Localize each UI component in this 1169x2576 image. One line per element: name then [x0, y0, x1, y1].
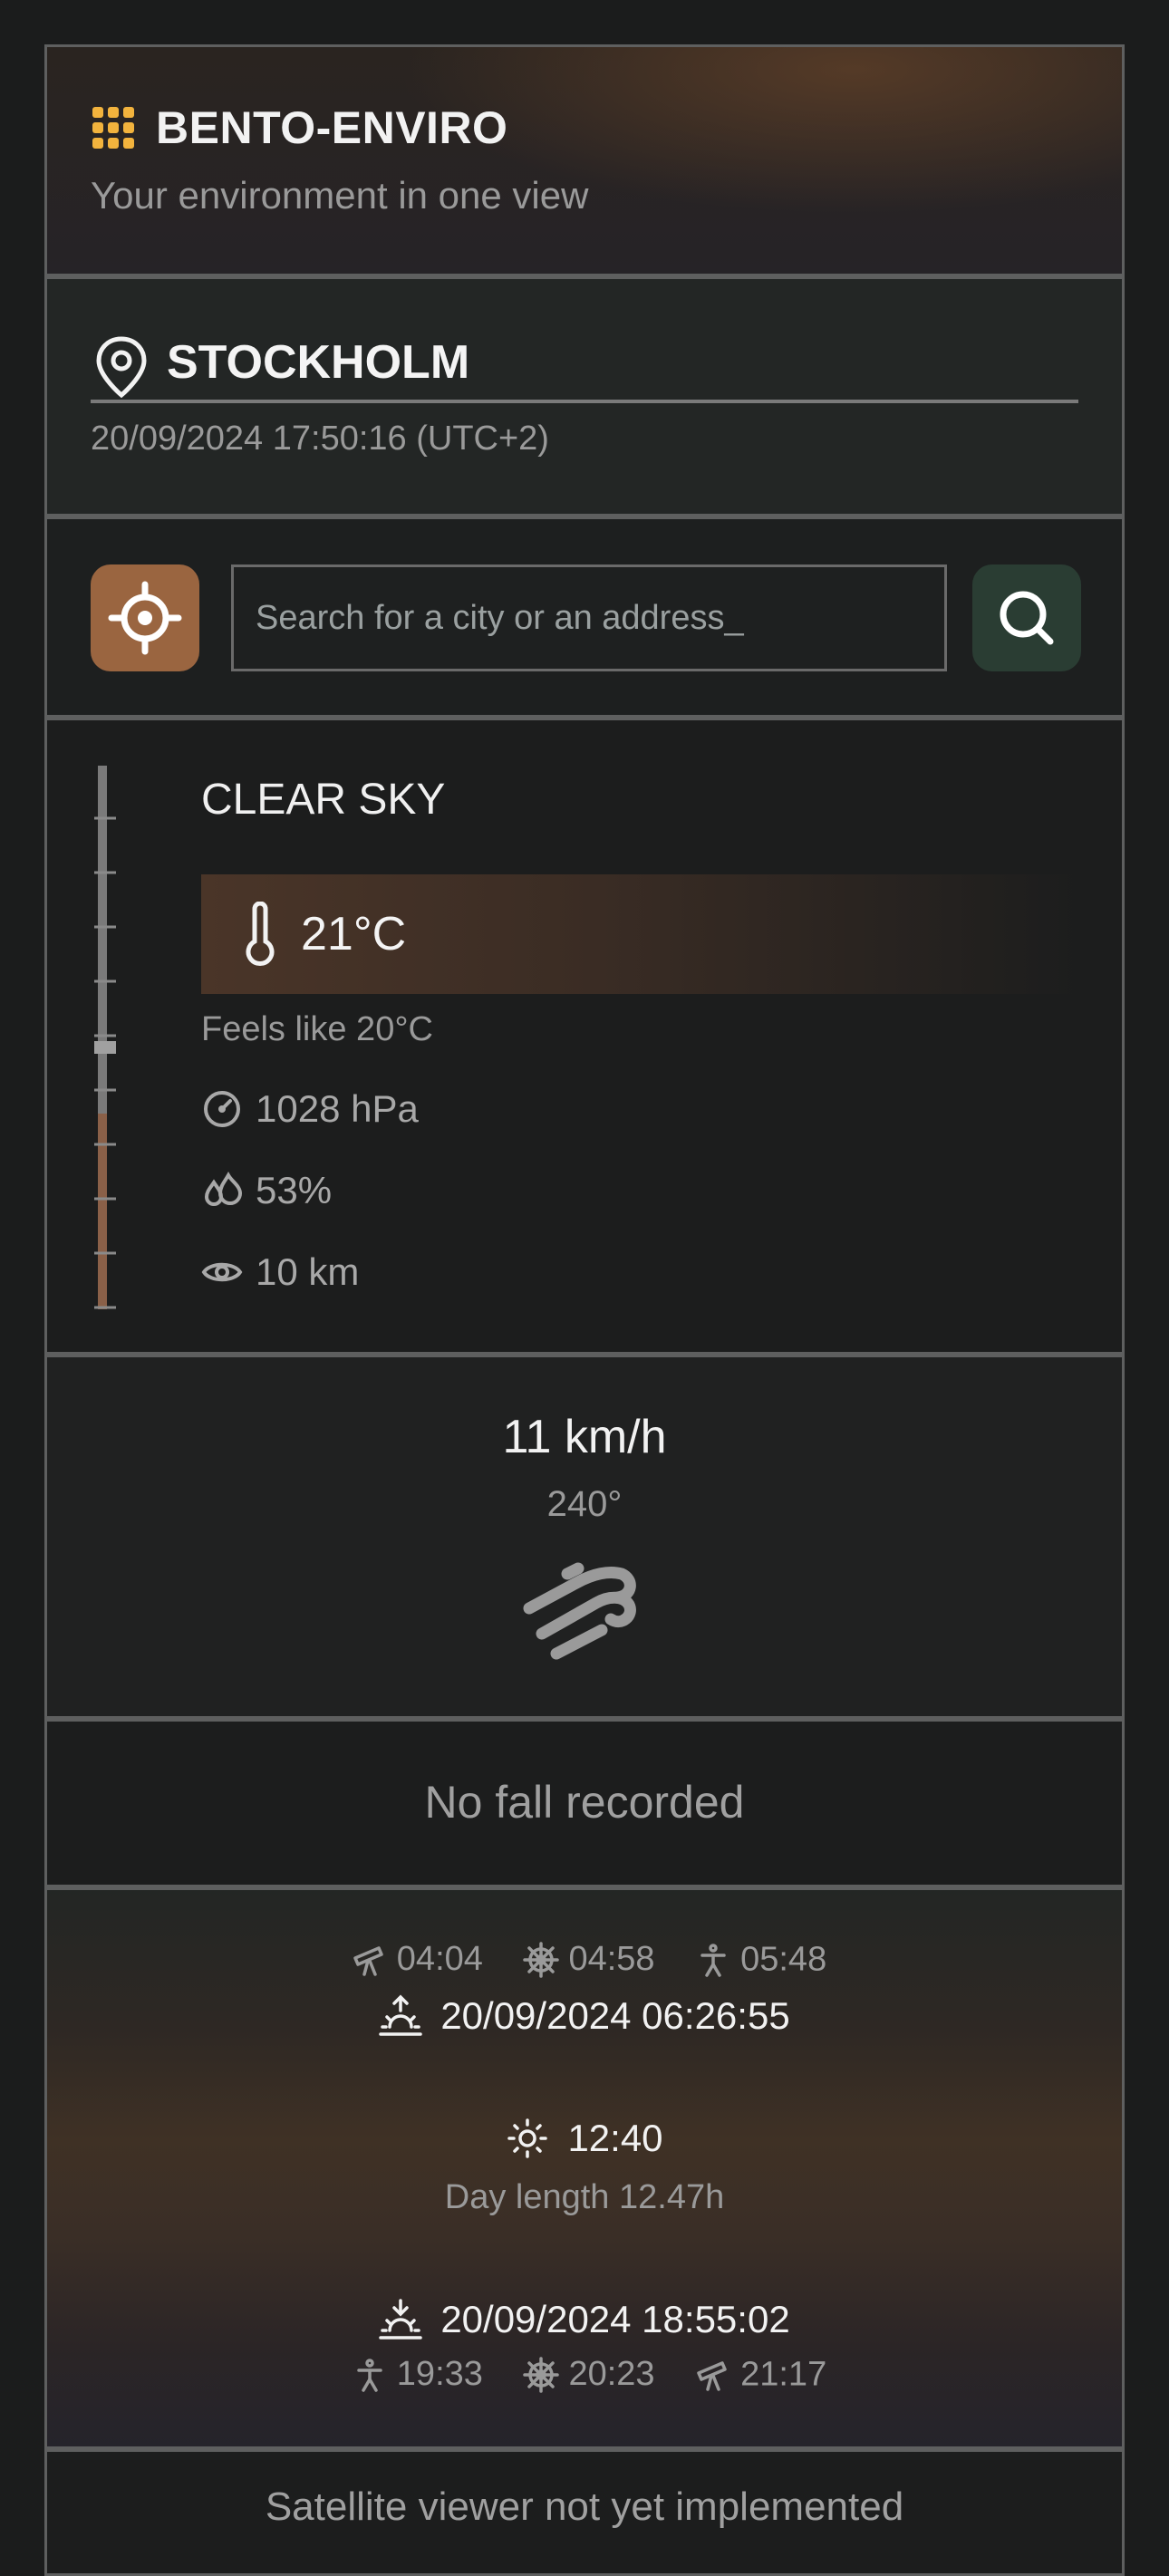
precipitation-panel: No fall recorded — [44, 1719, 1125, 1887]
gauge-icon — [204, 1090, 240, 1127]
app-logo-icon — [92, 107, 134, 149]
location-pin-icon — [96, 336, 147, 399]
sunrise-row: 20/09/2024 06:26:55 — [47, 1992, 1122, 2038]
sunrise-icon — [379, 1994, 423, 2036]
solar-noon-time: 12:40 — [567, 2116, 663, 2159]
eye-icon — [201, 1262, 243, 1282]
search-button[interactable] — [972, 564, 1081, 671]
person-icon — [700, 1944, 726, 1977]
telescope-icon — [697, 2361, 727, 2391]
weather-panel: CLEAR SKY 21°C Feels like 20°C 1028 hPa … — [44, 718, 1125, 1355]
temperature-bar: 21°C — [201, 874, 1080, 994]
crosshair-icon — [108, 581, 182, 655]
ship-wheel-icon — [523, 1942, 560, 1978]
wind-direction: 240° — [546, 1484, 623, 1524]
local-datetime: 20/09/2024 17:50:16 (UTC+2) — [91, 420, 549, 458]
location-panel: STOCKHOLM 20/09/2024 17:50:16 (UTC+2) — [44, 276, 1125, 516]
scale-lower — [98, 1114, 107, 1309]
nautical-dusk: 20:23 — [568, 2355, 655, 2394]
sun-panel: 04:04 04:58 05:48 20/09/2024 06:26:55 12… — [44, 1887, 1125, 2449]
civil-dusk: 19:33 — [396, 2355, 483, 2394]
visibility-row: 10 km — [201, 1248, 359, 1294]
pressure-row: 1028 hPa — [201, 1085, 419, 1131]
astronomical-dawn: 04:04 — [396, 1940, 483, 1979]
precipitation-status: No fall recorded — [424, 1777, 745, 1828]
civil-dawn: 05:48 — [740, 1940, 827, 1979]
app-name: BENTO-ENVIRO — [156, 102, 508, 153]
person-icon — [357, 2359, 382, 2392]
search-input[interactable] — [231, 564, 947, 671]
nautical-dawn: 04:58 — [568, 1940, 655, 1979]
wind-panel: 11 km/h 240° — [44, 1355, 1125, 1719]
sunset-row: 20/09/2024 18:55:02 — [47, 2295, 1122, 2341]
app-header: BENTO-ENVIRO Your environment in one vie… — [44, 44, 1125, 276]
satellite-panel: Satellite viewer not yet implemented — [44, 2449, 1125, 2576]
solar-noon-row: 12:40 — [47, 2114, 1122, 2160]
search-icon — [1000, 591, 1054, 645]
temperature-value: 21°C — [301, 908, 407, 960]
thermometer-icon — [246, 902, 275, 967]
temperature-scale — [94, 766, 116, 1309]
day-length: Day length 12.47h — [444, 2178, 725, 2216]
city-name[interactable]: STOCKHOLM — [167, 335, 469, 390]
ship-wheel-icon — [523, 2357, 560, 2393]
city-underline — [91, 400, 1078, 403]
satellite-status: Satellite viewer not yet implemented — [265, 2484, 904, 2529]
pressure-value: 1028 hPa — [256, 1086, 419, 1130]
sunset-time: 20/09/2024 18:55:02 — [440, 2297, 790, 2340]
astronomical-dusk: 21:17 — [740, 2355, 827, 2394]
droplets-icon — [204, 1171, 243, 1206]
sunrise-time: 20/09/2024 06:26:55 — [440, 1993, 790, 2037]
telescope-icon — [353, 1946, 383, 1976]
wind-speed: 11 km/h — [502, 1411, 667, 1463]
wind-icon — [523, 1562, 636, 1660]
search-panel — [44, 516, 1125, 718]
sunset-icon — [379, 2299, 423, 2340]
geolocate-button[interactable] — [91, 564, 199, 671]
app-tagline: Your environment in one view — [91, 174, 589, 217]
weather-condition: CLEAR SKY — [201, 776, 446, 824]
morning-twilight-row: 04:04 04:58 05:48 — [47, 1939, 1122, 1979]
feels-like: Feels like 20°C — [201, 1010, 433, 1048]
evening-twilight-row: 19:33 20:23 21:17 — [47, 2354, 1122, 2394]
scale-marker — [94, 1041, 116, 1054]
visibility-value: 10 km — [256, 1249, 360, 1293]
humidity-value: 53% — [256, 1168, 333, 1211]
sun-icon — [507, 2118, 548, 2158]
humidity-row: 53% — [201, 1166, 332, 1212]
